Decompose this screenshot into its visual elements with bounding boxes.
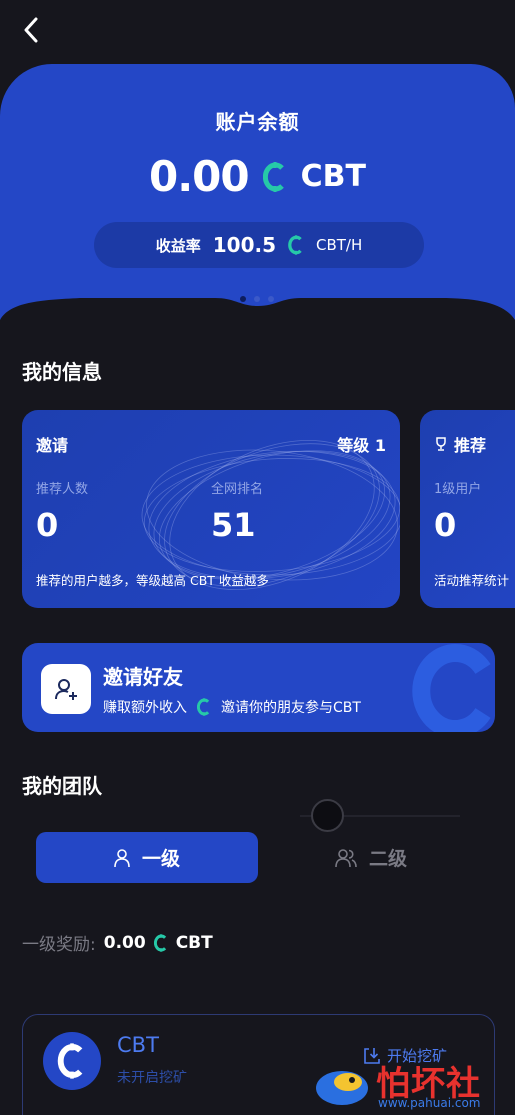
cbt-coin-icon: [197, 698, 210, 716]
invite-earn-text: 赚取额外收入: [103, 700, 187, 716]
tier1-users-label: 1级用户: [434, 482, 482, 497]
reward-value: 0.00: [103, 932, 146, 953]
mining-coin-name: CBT: [117, 1033, 159, 1057]
site-watermark: 怕坏社区 www.pahuai.com: [312, 1056, 512, 1115]
invite-icon-box: [41, 664, 91, 714]
tab-level-2-label: 二级: [368, 848, 407, 870]
balance-unit: CBT: [300, 159, 366, 194]
invite-friends-banner[interactable]: 邀请好友 赚取额外收入 邀请你的朋友参与CBT: [22, 643, 495, 732]
tab-level-1-label: 一级: [141, 848, 180, 870]
my-team-heading: 我的团队: [22, 774, 102, 798]
hero-wave-decoration: [0, 298, 515, 340]
slider-handle[interactable]: [311, 799, 344, 832]
top-bar: [0, 0, 515, 62]
recommend-stats-card[interactable]: 推荐 1级用户 0 活动推荐统计: [420, 410, 515, 608]
cbt-coin-icon: [288, 235, 302, 255]
chevron-left-icon: [24, 17, 38, 43]
cbt-coin-icon: [153, 933, 166, 952]
person-icon: [114, 848, 130, 867]
recommend-card-header: 推荐: [434, 432, 486, 456]
people-icon: [335, 848, 357, 867]
cbt-coin-icon: [57, 1043, 83, 1079]
mining-status: 未开启挖矿: [117, 1070, 187, 1086]
yield-rate-pill: 收益率 100.5 CBT/H: [94, 222, 424, 268]
coin-watermark-decoration: [412, 644, 491, 732]
network-rank-label: 全网排名: [211, 482, 264, 497]
yield-rate-value: 100.5: [212, 233, 276, 257]
my-info-heading: 我的信息: [22, 360, 102, 384]
invite-card-title: 邀请: [36, 436, 69, 455]
tier1-users-value: 0: [434, 506, 457, 544]
trophy-icon: [436, 437, 446, 451]
reward-unit: CBT: [175, 932, 213, 953]
referral-count-value: 0: [36, 506, 59, 544]
balance-value: 0.00: [149, 152, 250, 201]
add-user-icon: [55, 679, 77, 700]
invite-banner-subtitle: 赚取额外收入 邀请你的朋友参与CBT: [103, 697, 361, 717]
yield-rate-unit: CBT/H: [316, 236, 363, 254]
watermark-logo: [316, 1071, 368, 1105]
balance-title: 账户余额: [215, 110, 300, 134]
watermark-url: www.pahuai.com: [378, 1096, 481, 1110]
invite-stats-card[interactable]: 邀请 等级 1 推荐人数 0 全网排名 51 推荐的用户越多，等级越高 CBT …: [22, 410, 400, 608]
recommend-card-note: 活动推荐统计: [434, 573, 510, 588]
back-button[interactable]: [16, 14, 46, 46]
level-badge: 等级 1: [337, 436, 386, 455]
cbt-coin-logo: [43, 1032, 101, 1090]
recommend-card-title: 推荐: [454, 436, 487, 455]
account-balance-card: 账户余额 0.00 CBT 收益率 100.5 CBT/H: [0, 64, 515, 340]
invite-friends-text: 邀请你的朋友参与CBT: [221, 700, 361, 716]
network-rank-value: 51: [211, 506, 256, 544]
balance-row: 0.00 CBT: [0, 152, 515, 201]
level-1-reward: 一级奖励: 0.00 CBT: [22, 930, 213, 956]
tab-level-1[interactable]: 一级: [36, 832, 258, 883]
referral-count-label: 推荐人数: [36, 482, 89, 497]
reward-label: 一级奖励:: [22, 935, 96, 955]
invite-banner-title: 邀请好友: [103, 665, 183, 689]
cbt-coin-icon: [262, 161, 284, 192]
tab-level-2[interactable]: 二级: [260, 832, 482, 883]
invite-card-note: 推荐的用户越多，等级越高 CBT 收益越多: [36, 573, 269, 588]
yield-rate-label: 收益率: [155, 236, 201, 255]
